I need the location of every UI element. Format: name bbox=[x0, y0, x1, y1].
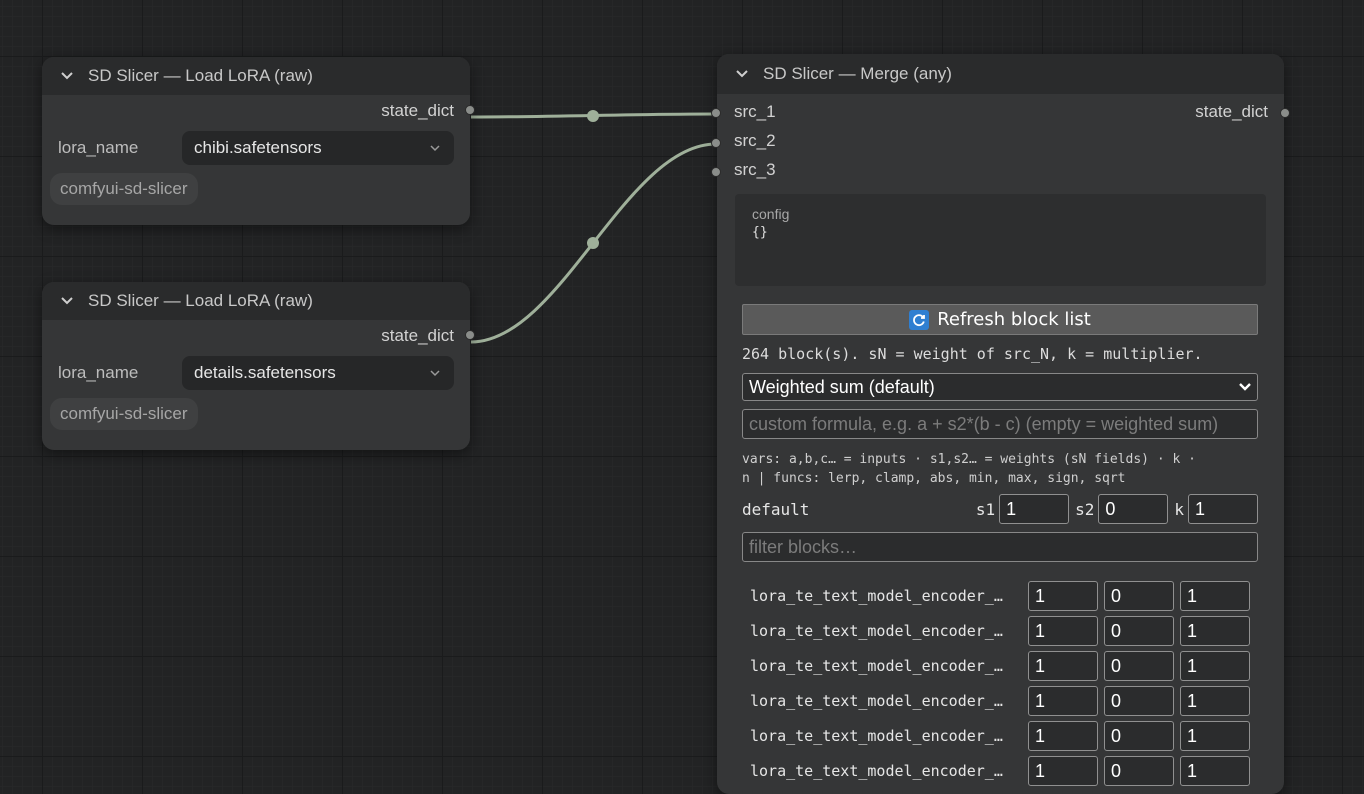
block-weights-panel: Refresh block list 264 block(s). sN = we… bbox=[742, 304, 1258, 788]
custom-formula-input[interactable]: custom formula, e.g. a + s2*(b - c) (emp… bbox=[742, 409, 1258, 439]
chevron-down-icon[interactable] bbox=[733, 65, 751, 83]
formula-help: vars: a,b,c… = inputs · s1,s2… = weights… bbox=[742, 450, 1258, 488]
refresh-block-list-button[interactable]: Refresh block list bbox=[742, 304, 1258, 335]
block-row: lora_te_text_model_encoder_… 1 0 1 bbox=[750, 613, 1258, 648]
link-midpoint[interactable] bbox=[587, 110, 599, 122]
merge-mode-select[interactable]: Weighted sum (default) bbox=[742, 373, 1258, 401]
block-s2-input[interactable]: 0 bbox=[1104, 615, 1174, 646]
block-s1-input[interactable]: 1 bbox=[1028, 685, 1098, 716]
link-lora1-to-src1[interactable] bbox=[470, 112, 717, 119]
merge-mode-value: Weighted sum (default) bbox=[749, 376, 935, 397]
block-s1-input[interactable]: 1 bbox=[1028, 650, 1098, 681]
node-merge[interactable]: SD Slicer — Merge (any) src_1 state_dict… bbox=[711, 54, 1290, 794]
default-k-input[interactable]: 1 bbox=[1188, 494, 1258, 524]
output-slot-state-dict[interactable] bbox=[465, 330, 475, 340]
node-header[interactable]: SD Slicer — Load LoRA (raw) bbox=[42, 282, 470, 320]
node-badge: comfyui-sd-slicer bbox=[50, 398, 198, 430]
refresh-button-label: Refresh block list bbox=[937, 309, 1091, 330]
block-name: lora_te_text_model_encoder_… bbox=[750, 691, 1003, 710]
input-row-src-1: src_1 state_dict bbox=[711, 99, 1290, 128]
output-label-state-dict: state_dict bbox=[381, 326, 454, 345]
default-s2-input[interactable]: 0 bbox=[1098, 494, 1169, 524]
link-lora2-to-src2[interactable] bbox=[470, 142, 717, 344]
node-header[interactable]: SD Slicer — Load LoRA (raw) bbox=[42, 57, 470, 95]
block-k-input[interactable]: 1 bbox=[1180, 650, 1250, 681]
block-row: lora_te_text_model_encoder_… 1 0 1 bbox=[750, 718, 1258, 753]
block-list: lora_te_text_model_encoder_… 1 0 1 lora_… bbox=[742, 578, 1258, 788]
block-k-input[interactable]: 1 bbox=[1180, 685, 1250, 716]
input-row-src-3: src_3 bbox=[711, 157, 1284, 186]
default-label: default bbox=[742, 499, 810, 519]
input-label-src-1: src_1 bbox=[734, 102, 776, 121]
block-name: lora_te_text_model_encoder_… bbox=[750, 726, 1003, 745]
node-title: SD Slicer — Load LoRA (raw) bbox=[88, 66, 313, 85]
input-slot-src-3[interactable] bbox=[711, 167, 721, 177]
config-label: config bbox=[752, 206, 790, 222]
link-midpoint[interactable] bbox=[587, 237, 599, 249]
chevron-down-icon bbox=[430, 370, 440, 377]
output-label-state-dict: state_dict bbox=[381, 101, 454, 120]
s2-label: s2 bbox=[1075, 499, 1095, 519]
block-row: lora_te_text_model_encoder_… 1 0 1 bbox=[750, 753, 1258, 788]
lora-name-label: lora_name bbox=[58, 138, 139, 157]
formula-help-line-2: n | funcs: lerp, clamp, abs, min, max, s… bbox=[742, 471, 1126, 486]
block-name: lora_te_text_model_encoder_… bbox=[750, 621, 1003, 640]
block-s2-input[interactable]: 0 bbox=[1104, 650, 1174, 681]
block-row: lora_te_text_model_encoder_… 1 0 1 bbox=[750, 648, 1258, 683]
block-s2-input[interactable]: 0 bbox=[1104, 755, 1174, 786]
input-label-src-2: src_2 bbox=[734, 131, 776, 150]
lora-name-value: details.safetensors bbox=[194, 363, 336, 382]
lora-name-combo[interactable]: details.safetensors bbox=[182, 356, 454, 390]
block-s1-input[interactable]: 1 bbox=[1028, 615, 1098, 646]
block-k-input[interactable]: 1 bbox=[1180, 615, 1250, 646]
block-row: lora_te_text_model_encoder_… 1 0 1 bbox=[750, 683, 1258, 718]
node-load-lora-1[interactable]: SD Slicer — Load LoRA (raw) state_dict l… bbox=[42, 57, 475, 225]
node-header[interactable]: SD Slicer — Merge (any) bbox=[717, 54, 1284, 94]
block-name: lora_te_text_model_encoder_… bbox=[750, 761, 1003, 780]
filter-blocks-input[interactable]: filter blocks… bbox=[742, 532, 1258, 562]
chevron-down-icon[interactable] bbox=[58, 67, 76, 85]
k-label: k bbox=[1174, 499, 1184, 519]
lora-name-value: chibi.safetensors bbox=[194, 138, 322, 157]
block-s1-input[interactable]: 1 bbox=[1028, 580, 1098, 611]
chevron-down-icon bbox=[1239, 383, 1251, 391]
node-title: SD Slicer — Load LoRA (raw) bbox=[88, 291, 313, 310]
block-s1-input[interactable]: 1 bbox=[1028, 720, 1098, 751]
formula-help-line-1: vars: a,b,c… = inputs · s1,s2… = weights… bbox=[742, 452, 1196, 467]
block-count-info: 264 block(s). sN = weight of src_N, k = … bbox=[742, 345, 1203, 363]
input-label-src-3: src_3 bbox=[734, 160, 776, 179]
default-s1-input[interactable]: 1 bbox=[999, 494, 1070, 524]
block-k-input[interactable]: 1 bbox=[1180, 720, 1250, 751]
block-name: lora_te_text_model_encoder_… bbox=[750, 656, 1003, 675]
s1-label: s1 bbox=[975, 499, 996, 519]
input-slot-src-1[interactable] bbox=[711, 108, 721, 118]
input-row-src-2: src_2 bbox=[711, 128, 1284, 157]
lora-name-label: lora_name bbox=[58, 363, 139, 382]
node-badge: comfyui-sd-slicer bbox=[50, 173, 198, 205]
refresh-icon bbox=[909, 309, 930, 330]
block-row: lora_te_text_model_encoder_… 1 0 1 bbox=[750, 578, 1258, 613]
output-slot-state-dict[interactable] bbox=[1280, 108, 1290, 118]
block-name: lora_te_text_model_encoder_… bbox=[750, 586, 1003, 605]
chevron-down-icon bbox=[430, 145, 440, 152]
chevron-down-icon[interactable] bbox=[58, 292, 76, 310]
output-label-state-dict: state_dict bbox=[1195, 102, 1268, 121]
input-slot-src-2[interactable] bbox=[711, 138, 721, 148]
block-s2-input[interactable]: 0 bbox=[1104, 580, 1174, 611]
output-slot-state-dict[interactable] bbox=[465, 105, 475, 115]
block-k-input[interactable]: 1 bbox=[1180, 755, 1250, 786]
node-load-lora-2[interactable]: SD Slicer — Load LoRA (raw) state_dict l… bbox=[42, 282, 475, 450]
block-s2-input[interactable]: 0 bbox=[1104, 720, 1174, 751]
block-k-input[interactable]: 1 bbox=[1180, 580, 1250, 611]
block-s1-input[interactable]: 1 bbox=[1028, 755, 1098, 786]
block-s2-input[interactable]: 0 bbox=[1104, 685, 1174, 716]
config-value: {} bbox=[752, 225, 768, 240]
config-field[interactable]: config {} bbox=[735, 194, 1266, 286]
node-title: SD Slicer — Merge (any) bbox=[763, 64, 952, 83]
default-weights-row: default s1 1 s2 0 k 1 bbox=[742, 494, 1258, 524]
lora-name-combo[interactable]: chibi.safetensors bbox=[182, 131, 454, 165]
